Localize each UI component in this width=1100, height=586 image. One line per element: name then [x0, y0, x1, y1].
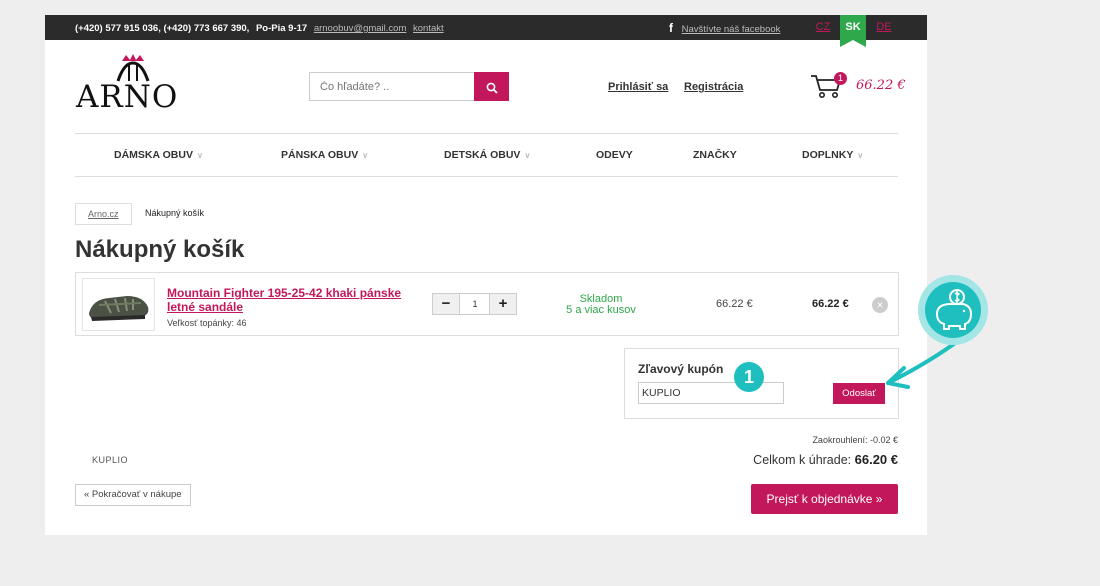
- unit-price: 66.22 €: [716, 298, 753, 310]
- increase-quantity-button[interactable]: +: [489, 294, 516, 314]
- breadcrumb-current: Nákupný košík: [133, 203, 217, 223]
- close-icon: ×: [876, 298, 884, 312]
- search-input[interactable]: [310, 73, 490, 100]
- nav-item-damska-obuv[interactable]: DÁMSKA OBUV ∨: [114, 149, 203, 161]
- nav-item-panska-obuv[interactable]: PÁNSKA OBUV ∨: [281, 149, 368, 161]
- logo-text: ARNO: [76, 79, 179, 115]
- nav-label: DÁMSKA OBUV: [114, 149, 193, 161]
- nav-label: DOPLNKY: [802, 149, 854, 161]
- cart-item-row: Mountain Fighter 195-25-42 khaki pánske …: [75, 272, 899, 336]
- cart-count-badge: 1: [834, 72, 847, 85]
- search-button[interactable]: [474, 72, 509, 101]
- chevron-down-icon: ∨: [524, 151, 531, 160]
- nav-item-znacky[interactable]: ZNAČKY: [693, 149, 737, 161]
- phone-numbers: (+420) 577 915 036, (+420) 773 667 390,: [75, 23, 250, 34]
- nav-item-doplnky[interactable]: DOPLNKY ∨: [802, 149, 863, 161]
- nav-item-detska-obuv[interactable]: DETSKÁ OBUV ∨: [444, 149, 530, 161]
- nav-label: PÁNSKA OBUV: [281, 149, 359, 161]
- top-bar: (+420) 577 915 036, (+420) 773 667 390, …: [45, 15, 927, 47]
- chevron-down-icon: ∨: [362, 151, 369, 160]
- chevron-down-icon: ∨: [196, 151, 203, 160]
- contact-link[interactable]: kontakt: [413, 23, 444, 34]
- total-label: Celkom k úhrade:: [753, 453, 852, 467]
- facebook-link[interactable]: Navštívte náš facebook: [682, 24, 781, 35]
- remove-item-button[interactable]: ×: [872, 297, 888, 313]
- product-name-link[interactable]: Mountain Fighter 195-25-42 khaki pánske …: [167, 286, 417, 314]
- lang-sk[interactable]: SK: [840, 15, 866, 47]
- sandal-image: [89, 296, 149, 321]
- register-link[interactable]: Registrácia: [684, 81, 743, 93]
- piggy-bank-badge: [918, 275, 988, 345]
- chevron-down-icon: ∨: [857, 151, 864, 160]
- contact-info: (+420) 577 915 036, (+420) 773 667 390, …: [75, 23, 444, 34]
- step-number-badge: 1: [734, 362, 764, 392]
- continue-shopping-button[interactable]: « Pokračovať v nákupe: [75, 484, 191, 506]
- cart-total[interactable]: 66.22 €: [856, 78, 906, 93]
- cart-button[interactable]: 1: [810, 72, 847, 100]
- coupon-submit-button[interactable]: Odoslať: [833, 383, 885, 404]
- kuplio-logo: KUPLIO: [92, 455, 129, 465]
- line-total: 66.22 €: [812, 298, 849, 310]
- nav-label: DETSKÁ OBUV: [444, 149, 521, 161]
- coupon-input[interactable]: KUPLIO: [638, 382, 784, 404]
- arno-logo[interactable]: ARNO: [76, 53, 188, 115]
- login-link[interactable]: Prihlásiť sa: [608, 81, 668, 93]
- product-image[interactable]: [82, 278, 155, 331]
- coupon-label: Zľavový kupón: [638, 362, 724, 376]
- product-size: Veľkosť topánky: 46: [167, 318, 247, 328]
- nav-label: ZNAČKY: [693, 149, 737, 161]
- page: (+420) 577 915 036, (+420) 773 667 390, …: [45, 15, 927, 535]
- checkout-button[interactable]: Prejsť k objednávke »: [751, 484, 898, 514]
- nav-item-odevy[interactable]: ODEVY: [596, 149, 633, 161]
- lang-de[interactable]: DE: [871, 15, 897, 40]
- opening-hours: Po-Pia 9-17: [255, 23, 308, 34]
- quantity-stepper: − 1 +: [432, 293, 517, 315]
- total-value: 66.20 €: [854, 452, 898, 467]
- stock-detail: 5 a viac kusov: [566, 304, 636, 316]
- facebook-link-group[interactable]: f Navštívte náš facebook: [669, 21, 780, 35]
- breadcrumb-home[interactable]: Arno.cz: [75, 203, 132, 225]
- quantity-input[interactable]: 1: [460, 294, 490, 314]
- search-icon: [486, 82, 498, 94]
- nav-label: ODEVY: [596, 149, 633, 161]
- main-nav: DÁMSKA OBUV ∨ PÁNSKA OBUV ∨ DETSKÁ OBUV ∨ O…: [75, 133, 898, 177]
- page-title: Nákupný košík: [75, 236, 245, 263]
- stock-status: Skladom 5 a viac kusov: [546, 294, 656, 316]
- piggy-bank-icon: [925, 282, 981, 338]
- email-link[interactable]: arnoobuv@gmail.com: [314, 23, 407, 34]
- lang-cz[interactable]: CZ: [810, 15, 836, 40]
- decrease-quantity-button[interactable]: −: [433, 294, 460, 314]
- facebook-icon: f: [669, 21, 673, 35]
- order-total: Celkom k úhrade: 66.20 €: [753, 452, 898, 467]
- rounding-note: Zaokrouhlení: -0.02 €: [812, 435, 898, 445]
- search-box: [309, 72, 509, 101]
